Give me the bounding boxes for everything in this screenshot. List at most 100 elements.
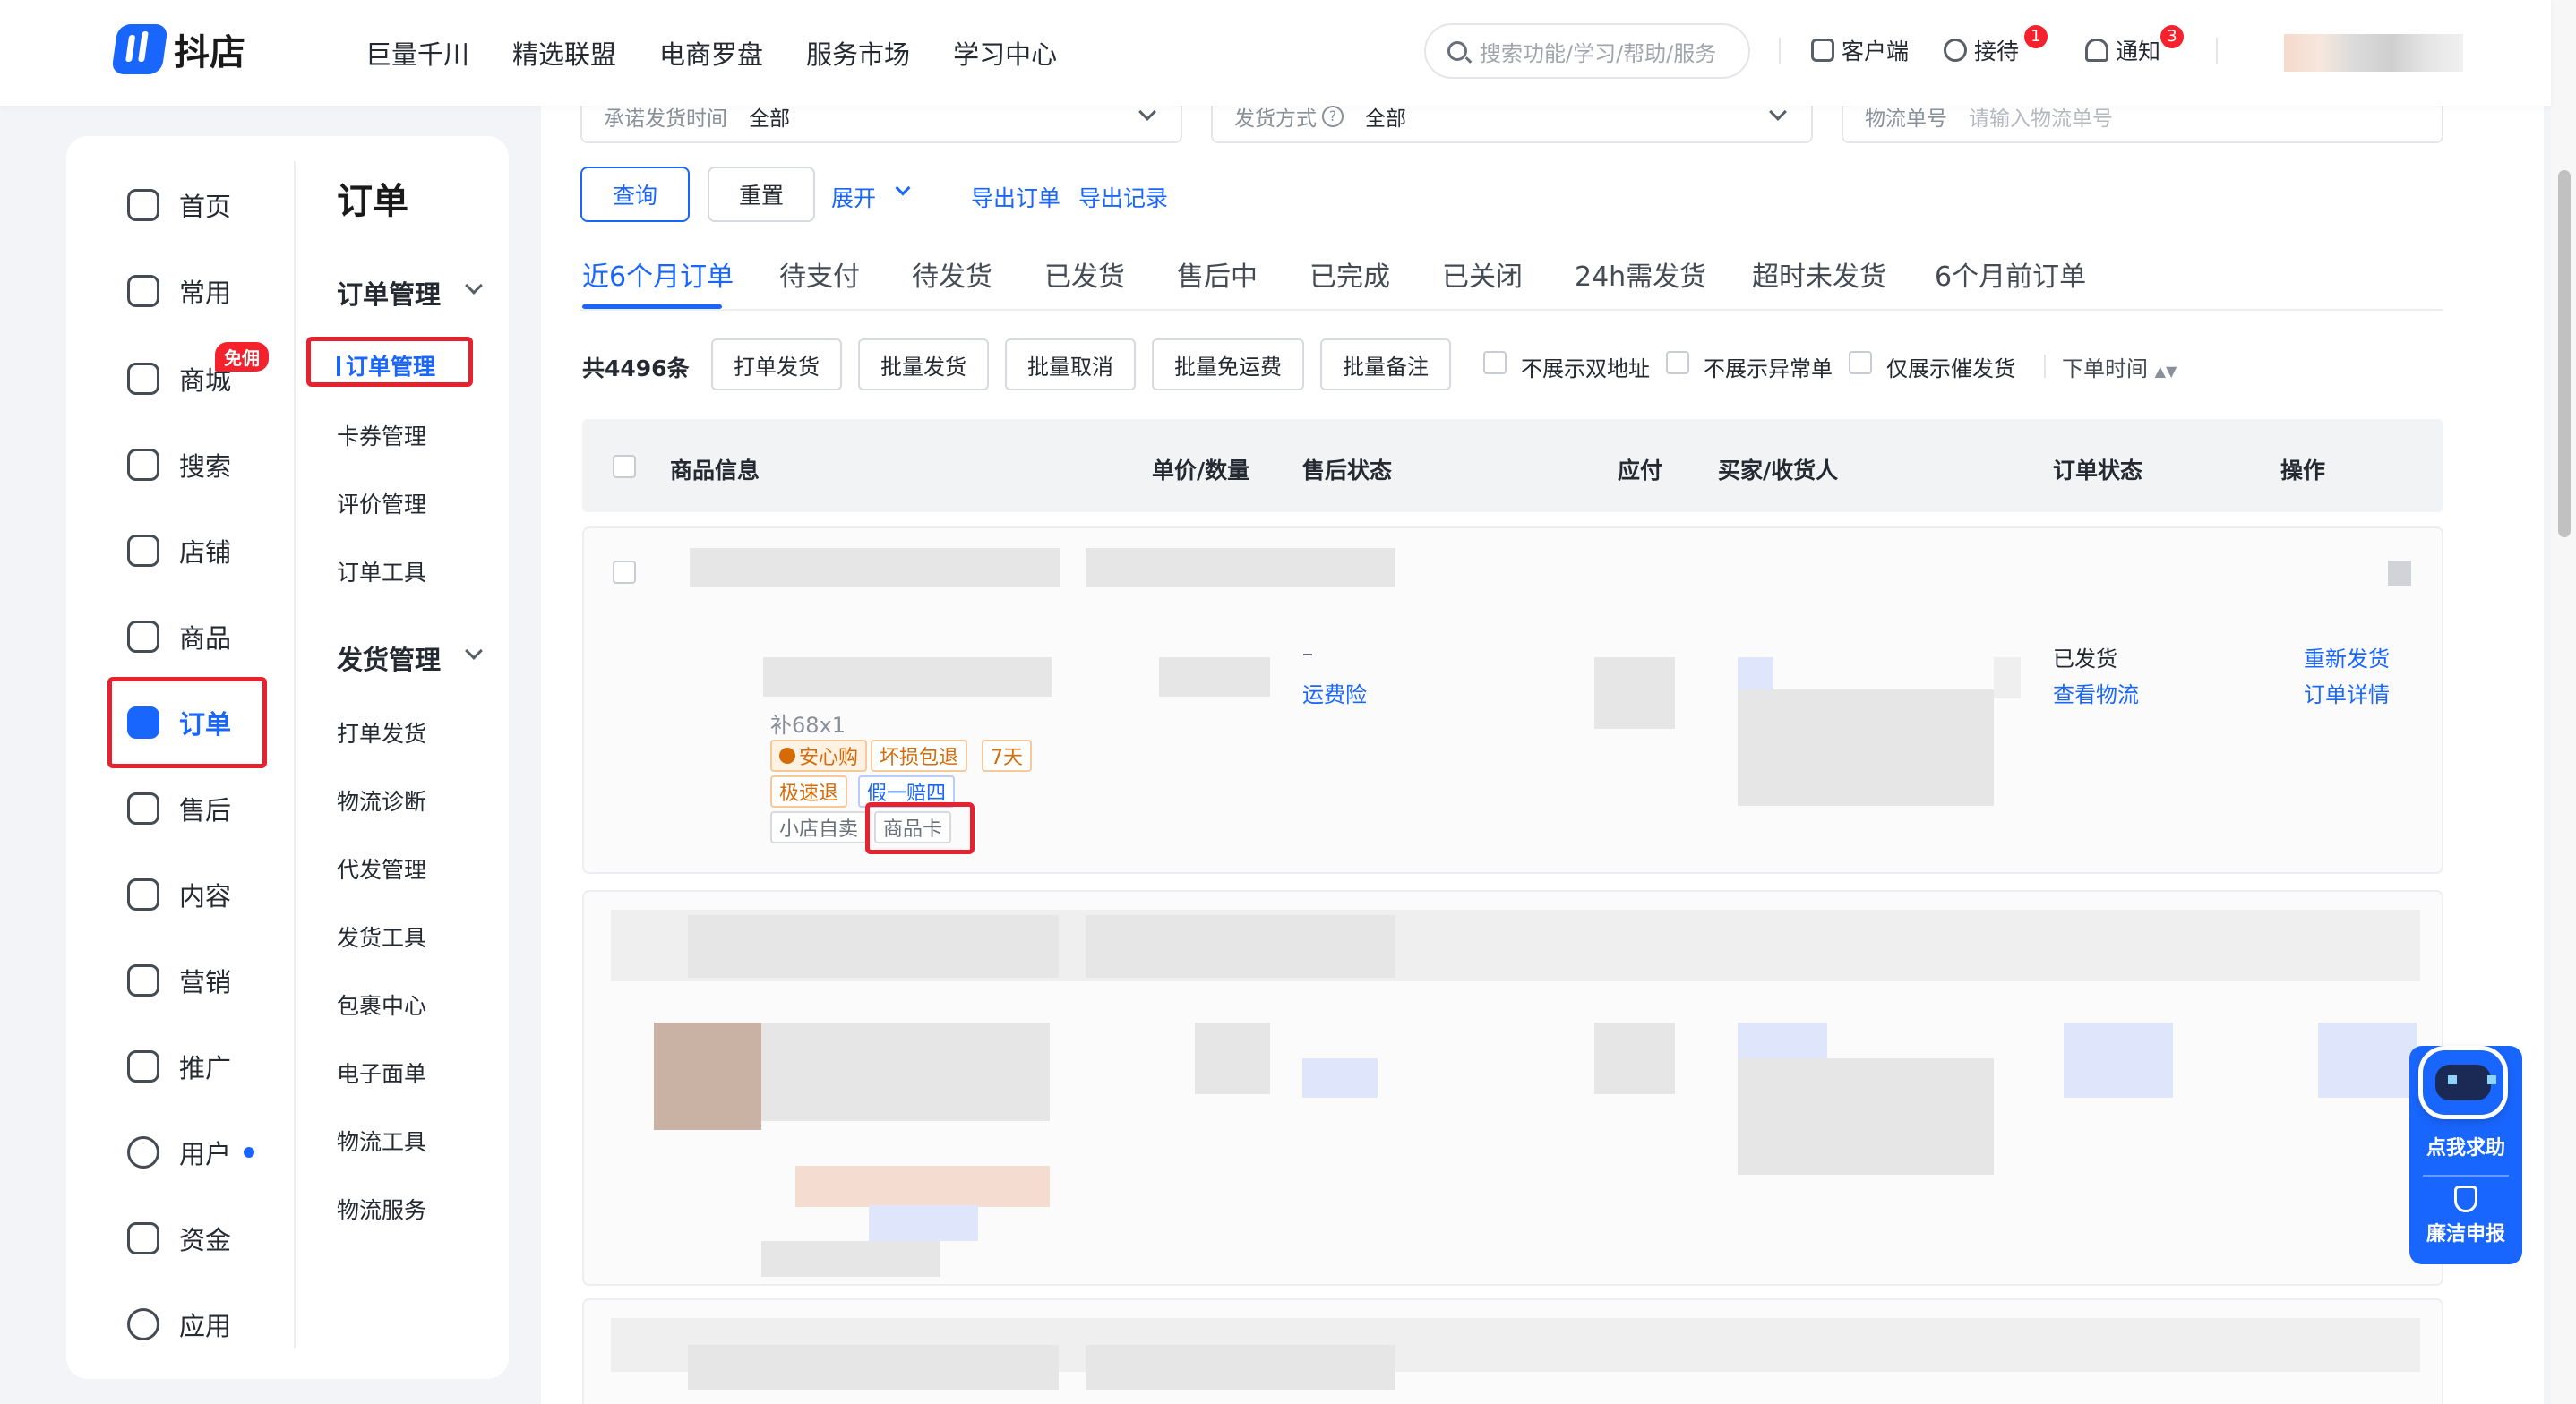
mall-icon	[127, 363, 159, 395]
reset-button[interactable]: 重置	[708, 167, 815, 222]
subnav-item[interactable]: 代发管理	[337, 852, 426, 885]
sidebar-item-funds[interactable]: 资金	[127, 1220, 231, 1257]
table-header	[582, 419, 2443, 512]
topnav-item[interactable]: 服务市场	[806, 34, 910, 72]
sidebar-item-store[interactable]: 店铺	[127, 532, 231, 569]
export-orders-link[interactable]: 导出订单	[971, 181, 1060, 213]
tab-older-than-6-months[interactable]: 6个月前订单	[1935, 254, 2086, 294]
apps-icon	[127, 1308, 159, 1340]
sidebar-item-product[interactable]: 商品	[127, 618, 231, 655]
subnav-item[interactable]: 打单发货	[337, 716, 426, 749]
help-icon[interactable]: ?	[1322, 106, 1344, 127]
subnav-item-order-tools[interactable]: 订单工具	[337, 555, 426, 587]
tab-recent-6-months[interactable]: 近6个月订单	[582, 254, 734, 294]
notify-button[interactable]: 通知 3	[2085, 25, 2184, 66]
tab-pending-payment[interactable]: 待支付	[779, 254, 860, 294]
sidebar-item-search[interactable]: 搜索	[127, 446, 231, 484]
order-card	[582, 1298, 2443, 1404]
sidebar-item-aftersale[interactable]: 售后	[127, 790, 231, 827]
tab-completed[interactable]: 已完成	[1309, 254, 1390, 294]
divider	[2044, 355, 2046, 378]
sidebar-item-home[interactable]: 首页	[127, 186, 231, 224]
batch-cancel-button[interactable]: 批量取消	[1005, 338, 1136, 390]
client-button[interactable]: 客户端	[1811, 34, 1909, 66]
hide-abnormal-checkbox[interactable]	[1666, 351, 1689, 374]
sidebar-item-apps[interactable]: 应用	[127, 1306, 231, 1343]
bookmark-icon[interactable]	[2388, 561, 2411, 586]
tab-overdue[interactable]: 超时未发货	[1752, 254, 1886, 294]
sidebar-item-common[interactable]: 常用	[127, 272, 231, 310]
sidebar-item-marketing[interactable]: 营销	[127, 962, 231, 999]
promotion-icon	[127, 1050, 159, 1083]
sidebar-item-label: 商品	[179, 623, 232, 654]
blurred-buyer-avatar	[1738, 657, 1773, 693]
order-checkbox[interactable]	[613, 561, 636, 584]
select-all-checkbox[interactable]	[613, 455, 636, 478]
topnav-item[interactable]: 学习中心	[953, 34, 1057, 72]
tab-aftersale[interactable]: 售后中	[1177, 254, 1258, 294]
freight-insurance-link[interactable]: 运费险	[1302, 677, 1367, 708]
order-detail-link[interactable]: 订单详情	[2304, 677, 2390, 708]
reship-link[interactable]: 重新发货	[2304, 641, 2390, 672]
print-ship-button[interactable]: 打单发货	[711, 338, 842, 390]
tab-closed[interactable]: 已关闭	[1442, 254, 1523, 294]
sidebar-item-label: 常用	[179, 278, 232, 308]
sidebar-item-promotion[interactable]: 推广	[127, 1048, 231, 1085]
urged-only-checkbox[interactable]	[1849, 351, 1872, 374]
batch-free-shipping-button[interactable]: 批量免运费	[1152, 338, 1304, 390]
subnav-item-review[interactable]: 评价管理	[337, 487, 426, 519]
expand-link[interactable]: 展开	[831, 181, 876, 213]
subnav-item[interactable]: 发货工具	[337, 920, 426, 953]
report-button[interactable]: 廉洁申报	[2426, 1218, 2505, 1246]
topnav-item[interactable]: 巨量千川	[365, 34, 469, 72]
home-icon	[127, 189, 159, 221]
tab-24h-ship[interactable]: 24h需发货	[1575, 254, 1706, 294]
tag-self-operated: 小店自卖	[770, 811, 868, 843]
sidebar-item-label: 用户	[179, 1139, 232, 1169]
help-button[interactable]: 点我求助	[2426, 1132, 2505, 1160]
blurred-amount	[1594, 1023, 1675, 1094]
reception-button[interactable]: 接待 1	[1944, 25, 2048, 66]
sidebar-item-label: 营销	[179, 967, 232, 997]
export-records-link[interactable]: 导出记录	[1078, 181, 1168, 213]
shield-icon	[2454, 1186, 2477, 1212]
user-avatar-blurred[interactable]	[2284, 34, 2463, 72]
tab-shipped[interactable]: 已发货	[1044, 254, 1125, 294]
topnav-item[interactable]: 电商罗盘	[659, 34, 763, 72]
robot-assistant-icon[interactable]	[2418, 1046, 2508, 1119]
doudian-logo-icon	[111, 24, 168, 74]
highlight-box	[865, 802, 975, 854]
product-thumbnail[interactable]	[654, 657, 761, 725]
brand-logo[interactable]: 抖店	[111, 23, 245, 75]
subnav-item-coupon[interactable]: 卡券管理	[337, 419, 426, 451]
subnav-item[interactable]: 电子面单	[337, 1057, 426, 1089]
subnav-title: 订单	[337, 181, 408, 222]
sidebar-item-user[interactable]: 用户	[127, 1134, 255, 1171]
blurred-product-title	[763, 657, 1052, 697]
blurred-order-id	[690, 548, 1060, 587]
subnav-section-order[interactable]: 订单管理	[337, 274, 441, 312]
scrollbar-thumb[interactable]	[2558, 170, 2571, 537]
hide-dual-address-checkbox[interactable]	[1483, 351, 1507, 374]
blurred-buyer	[1738, 1023, 1827, 1062]
batch-ship-button[interactable]: 批量发货	[858, 338, 989, 390]
blurred-order-time	[1086, 548, 1395, 587]
tag-label: 安心购	[799, 747, 859, 769]
headset-icon	[1944, 39, 1967, 62]
query-button[interactable]: 查询	[580, 167, 690, 222]
batch-remark-button[interactable]: 批量备注	[1320, 338, 1451, 390]
sidebar-item-content[interactable]: 内容	[127, 876, 231, 913]
tag-damage-return: 坏损包退	[871, 740, 968, 772]
sidebar-item-label: 首页	[179, 192, 232, 222]
global-search-input[interactable]: 搜索功能/学习/帮助/服务	[1424, 23, 1750, 79]
subnav-item[interactable]: 物流工具	[337, 1125, 426, 1157]
topnav-item[interactable]: 精选联盟	[512, 34, 616, 72]
subnav-item[interactable]: 物流诊断	[337, 784, 426, 817]
subnav-item[interactable]: 物流服务	[337, 1193, 426, 1225]
subnav-item[interactable]: 包裹中心	[337, 989, 426, 1021]
sort-order-time[interactable]: 下单时间 ▲▼	[2062, 351, 2177, 382]
tab-pending-shipment[interactable]: 待发货	[912, 254, 992, 294]
subnav-section-ship[interactable]: 发货管理	[337, 639, 441, 677]
blurred-amount	[1594, 657, 1675, 729]
view-logistics-link[interactable]: 查看物流	[2053, 677, 2139, 708]
